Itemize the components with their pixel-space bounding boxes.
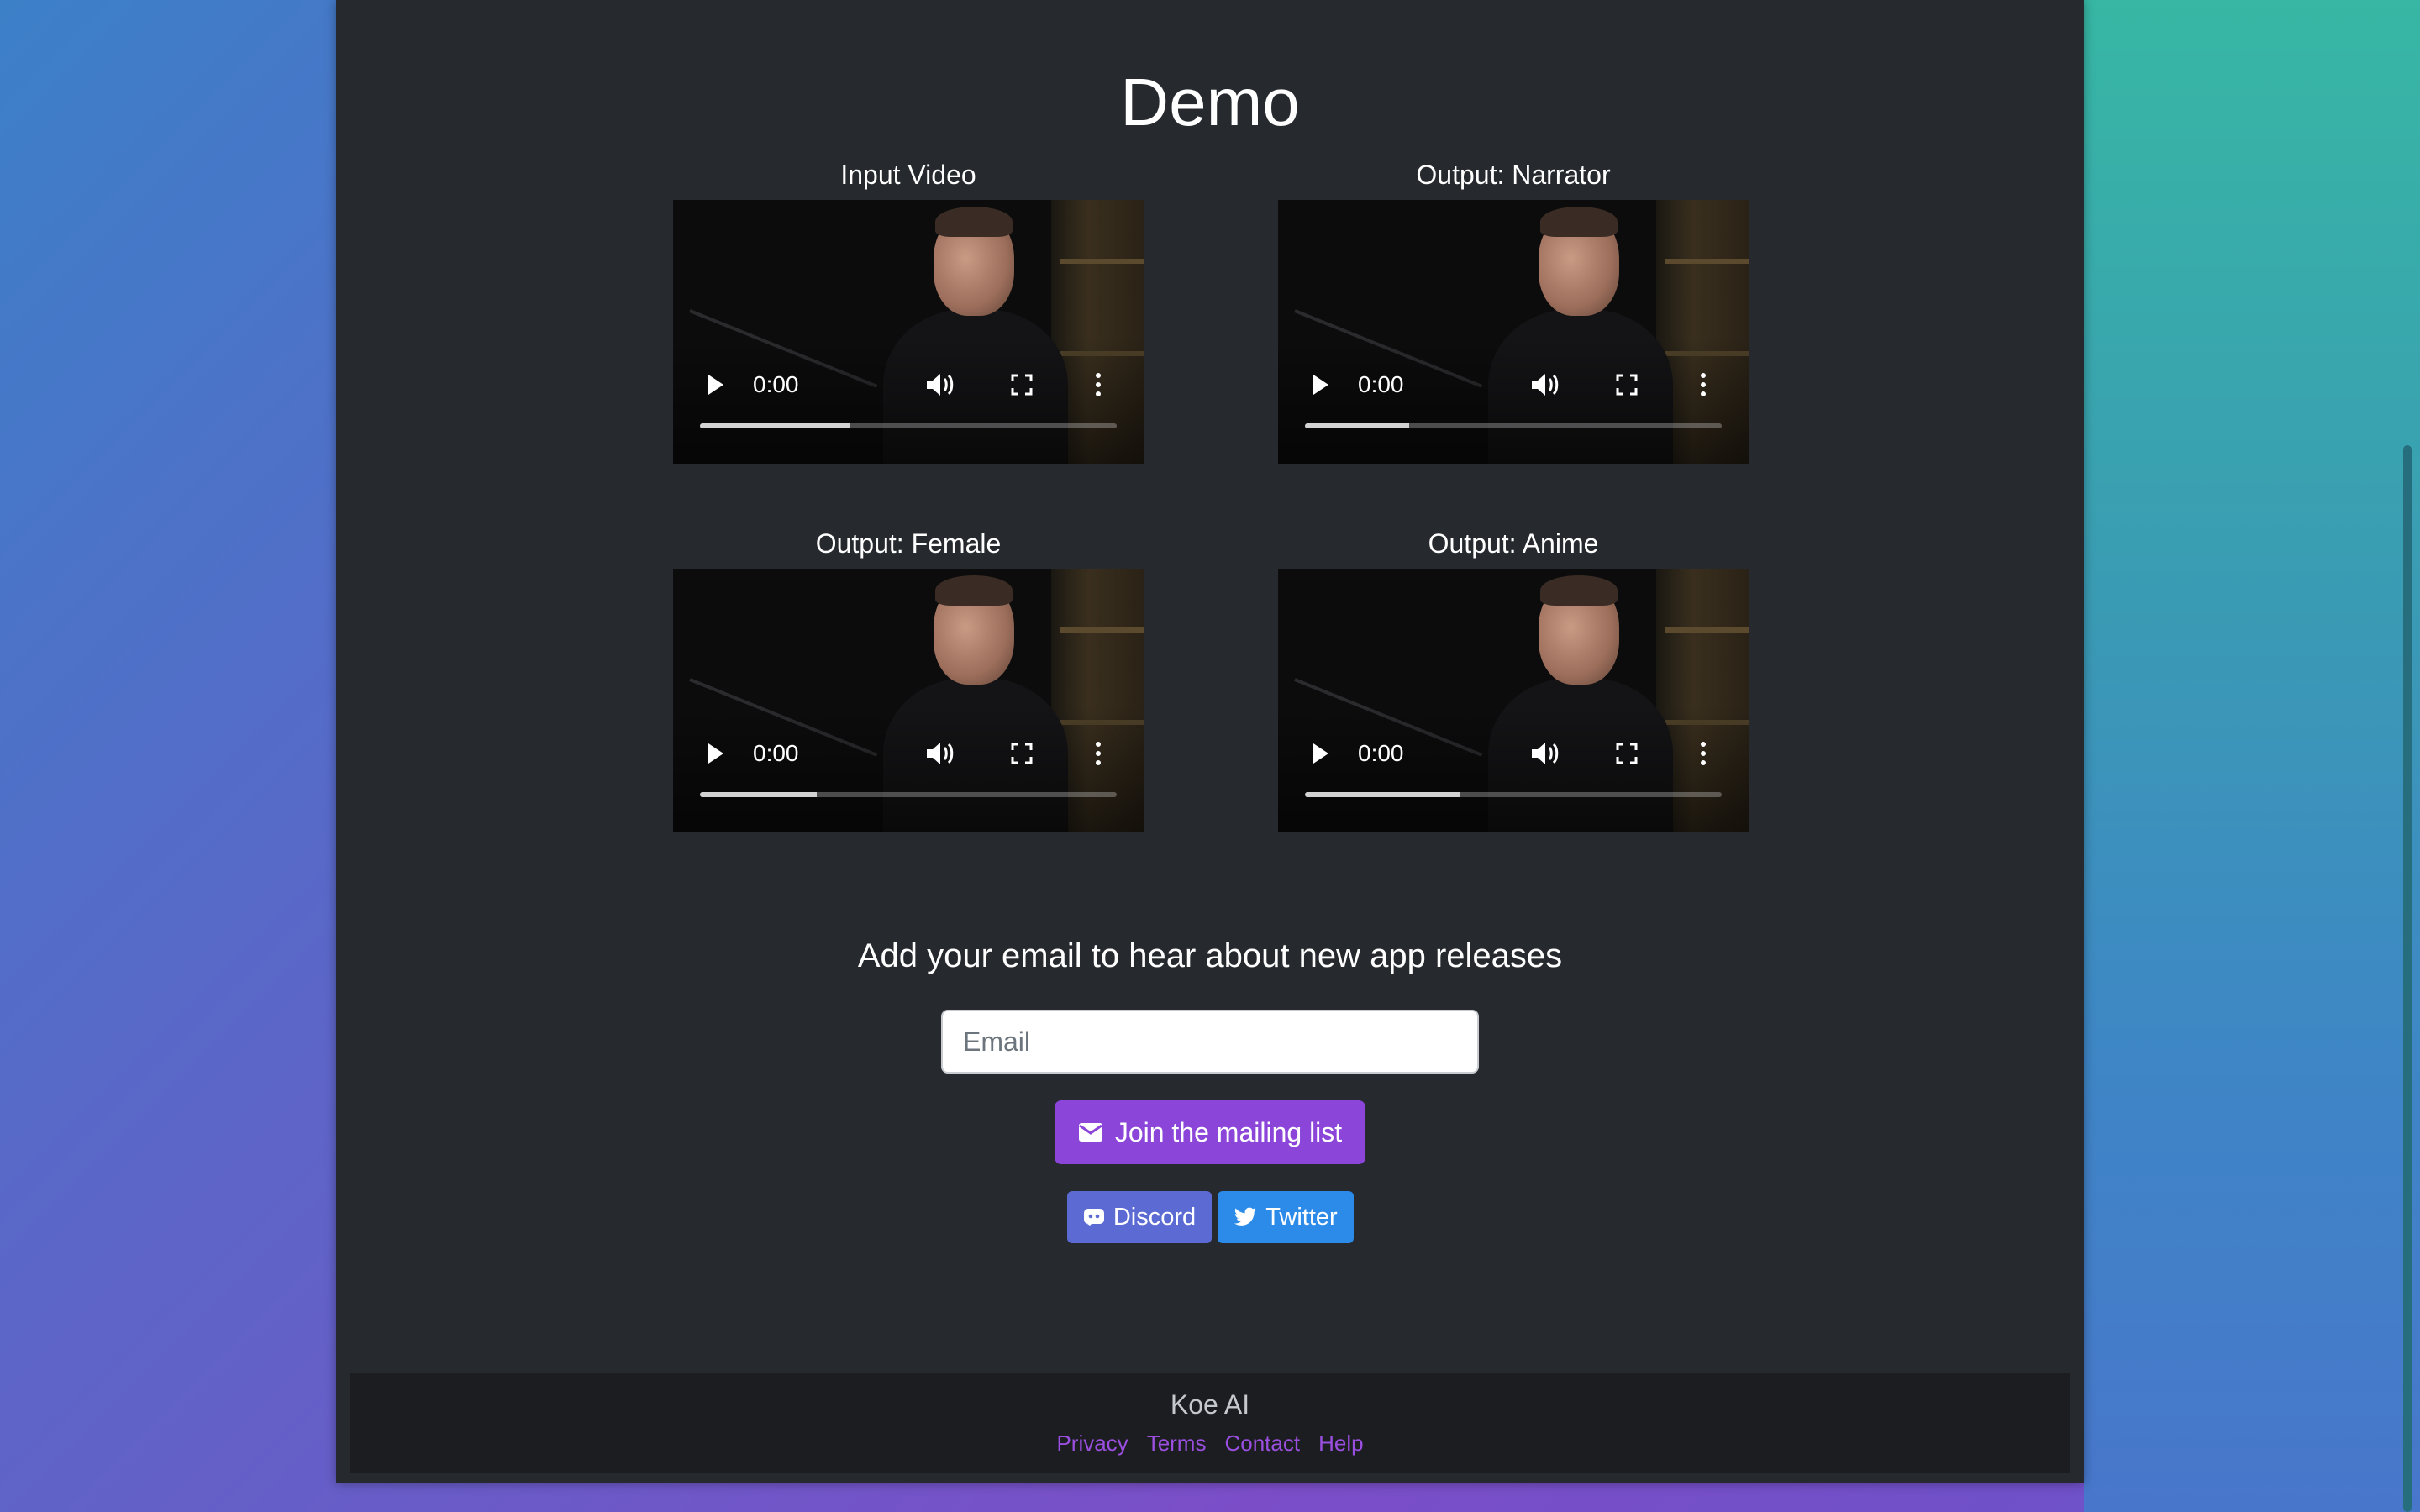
envelope-icon — [1078, 1123, 1102, 1142]
more-options-icon[interactable] — [1093, 740, 1103, 767]
join-button-label: Join the mailing list — [1114, 1116, 1343, 1147]
volume-icon[interactable] — [1530, 371, 1560, 398]
demo-title: Demo — [1120, 65, 1300, 139]
more-options-icon[interactable] — [1093, 371, 1103, 398]
more-options-icon[interactable] — [1698, 371, 1708, 398]
volume-icon[interactable] — [1530, 740, 1560, 767]
fullscreen-icon[interactable] — [1616, 743, 1638, 764]
discord-label: Discord — [1113, 1203, 1197, 1231]
twitter-label: Twitter — [1265, 1203, 1338, 1231]
page-scrollbar[interactable] — [2403, 445, 2412, 1512]
footer-links: Privacy Terms Contact Help — [350, 1430, 2070, 1457]
buffered-fill — [700, 792, 817, 797]
video-time: 0:00 — [1358, 740, 1404, 766]
footer-link-privacy[interactable]: Privacy — [1056, 1430, 1128, 1457]
email-input[interactable] — [941, 1010, 1479, 1074]
background-gradient-right — [2084, 0, 2420, 1512]
footer: Koe AI Privacy Terms Contact Help — [350, 1373, 2070, 1473]
footer-brand: Koe AI — [1170, 1389, 1250, 1420]
video-progress-bar[interactable] — [1305, 792, 1722, 797]
video-player[interactable]: 0:00 — [673, 200, 1144, 464]
discord-icon — [1083, 1209, 1104, 1226]
twitter-button[interactable]: Twitter — [1218, 1191, 1354, 1243]
discord-button[interactable]: Discord — [1067, 1191, 1212, 1243]
video-progress-bar[interactable] — [700, 792, 1117, 797]
main-panel: Demo Input Video 0:00 Output: Narrator 0… — [336, 0, 2084, 1483]
video-player[interactable]: 0:00 — [673, 569, 1144, 832]
footer-link-contact[interactable]: Contact — [1224, 1430, 1300, 1457]
video-label: Input Video — [840, 160, 976, 190]
video-time: 0:00 — [1358, 371, 1404, 397]
video-time: 0:00 — [753, 371, 799, 397]
video-progress-bar[interactable] — [700, 423, 1117, 428]
footer-link-help[interactable]: Help — [1318, 1430, 1363, 1457]
footer-link-terms[interactable]: Terms — [1147, 1430, 1207, 1457]
volume-icon[interactable] — [925, 740, 955, 767]
video-player[interactable]: 0:00 — [1278, 569, 1749, 832]
fullscreen-icon[interactable] — [1011, 374, 1033, 396]
play-icon[interactable] — [1313, 375, 1328, 395]
play-icon[interactable] — [708, 375, 723, 395]
more-options-icon[interactable] — [1698, 740, 1708, 767]
fullscreen-icon[interactable] — [1616, 374, 1638, 396]
buffered-fill — [1305, 423, 1409, 428]
volume-icon[interactable] — [925, 371, 955, 398]
join-mailing-list-button[interactable]: Join the mailing list — [1055, 1100, 1365, 1164]
buffered-fill — [1305, 792, 1460, 797]
buffered-fill — [700, 423, 850, 428]
video-progress-bar[interactable] — [1305, 423, 1722, 428]
video-time: 0:00 — [753, 740, 799, 766]
video-label: Output: Narrator — [1416, 160, 1611, 190]
play-icon[interactable] — [1313, 743, 1328, 764]
video-label: Output: Anime — [1428, 528, 1599, 559]
mailing-list-heading: Add your email to hear about new app rel… — [857, 937, 1563, 974]
fullscreen-icon[interactable] — [1011, 743, 1033, 764]
video-player[interactable]: 0:00 — [1278, 200, 1749, 464]
twitter-bird-icon — [1234, 1207, 1257, 1226]
video-label: Output: Female — [815, 528, 1002, 559]
play-icon[interactable] — [708, 743, 723, 764]
